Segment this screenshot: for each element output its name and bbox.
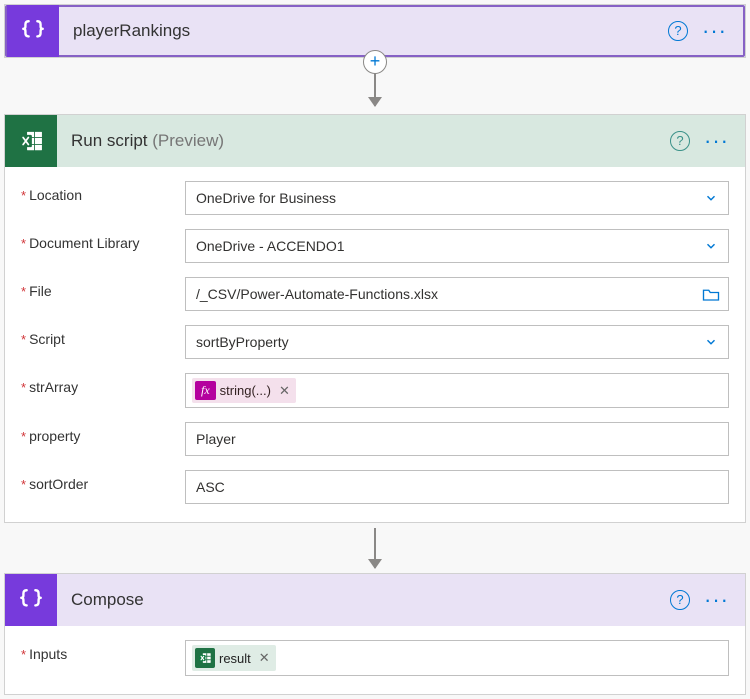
field-label-sortorder: sortOrder <box>21 470 185 492</box>
step-header[interactable]: Compose ? ··· <box>5 574 745 626</box>
step-body: Inputs result ✕ <box>5 626 745 694</box>
chevron-down-icon <box>704 335 718 349</box>
add-step-button[interactable]: + <box>363 50 387 74</box>
dynamic-content-chip[interactable]: result ✕ <box>192 645 276 671</box>
document-library-dropdown[interactable]: OneDrive - ACCENDO1 <box>185 229 729 263</box>
excel-small-icon <box>195 648 215 668</box>
field-label-document-library: Document Library <box>21 229 185 251</box>
expression-chip[interactable]: fx string(...) ✕ <box>192 378 296 403</box>
more-menu-button[interactable]: ··· <box>696 26 733 36</box>
step-title: Compose <box>71 590 670 610</box>
field-label-location: Location <box>21 181 185 203</box>
step-title: playerRankings <box>73 21 668 41</box>
file-picker[interactable]: /_CSV/Power-Automate-Functions.xlsx <box>185 277 729 311</box>
connector-arrow: + <box>4 58 746 114</box>
help-icon[interactable]: ? <box>670 131 690 151</box>
field-label-file: File <box>21 277 185 299</box>
help-icon[interactable]: ? <box>670 590 690 610</box>
chip-remove-icon[interactable]: ✕ <box>259 650 270 666</box>
inputs-field[interactable]: result ✕ <box>185 640 729 676</box>
more-menu-button[interactable]: ··· <box>698 136 735 146</box>
connector-arrow <box>4 523 746 573</box>
location-dropdown[interactable]: OneDrive for Business <box>185 181 729 215</box>
step-body: Location OneDrive for Business Document … <box>5 167 745 522</box>
excel-icon <box>5 115 57 167</box>
field-label-property: property <box>21 422 185 444</box>
step-compose: Compose ? ··· Inputs <box>4 573 746 695</box>
compose-braces-icon <box>7 5 59 57</box>
chip-remove-icon[interactable]: ✕ <box>279 383 290 399</box>
field-label-script: Script <box>21 325 185 347</box>
step-run-script: Run script (Preview) ? ··· Location OneD… <box>4 114 746 523</box>
fx-icon: fx <box>195 381 216 400</box>
compose-braces-icon <box>5 574 57 626</box>
strarray-input[interactable]: fx string(...) ✕ <box>185 373 729 408</box>
step-header[interactable]: Run script (Preview) ? ··· <box>5 115 745 167</box>
chevron-down-icon <box>704 191 718 205</box>
help-icon[interactable]: ? <box>668 21 688 41</box>
script-dropdown[interactable]: sortByProperty <box>185 325 729 359</box>
step-title: Run script (Preview) <box>71 131 670 151</box>
sortorder-input[interactable]: ASC <box>185 470 729 504</box>
folder-icon[interactable] <box>702 286 720 302</box>
chevron-down-icon <box>704 239 718 253</box>
property-input[interactable]: Player <box>185 422 729 456</box>
field-label-strarray: strArray <box>21 373 185 395</box>
more-menu-button[interactable]: ··· <box>698 595 735 605</box>
field-label-inputs: Inputs <box>21 640 185 662</box>
